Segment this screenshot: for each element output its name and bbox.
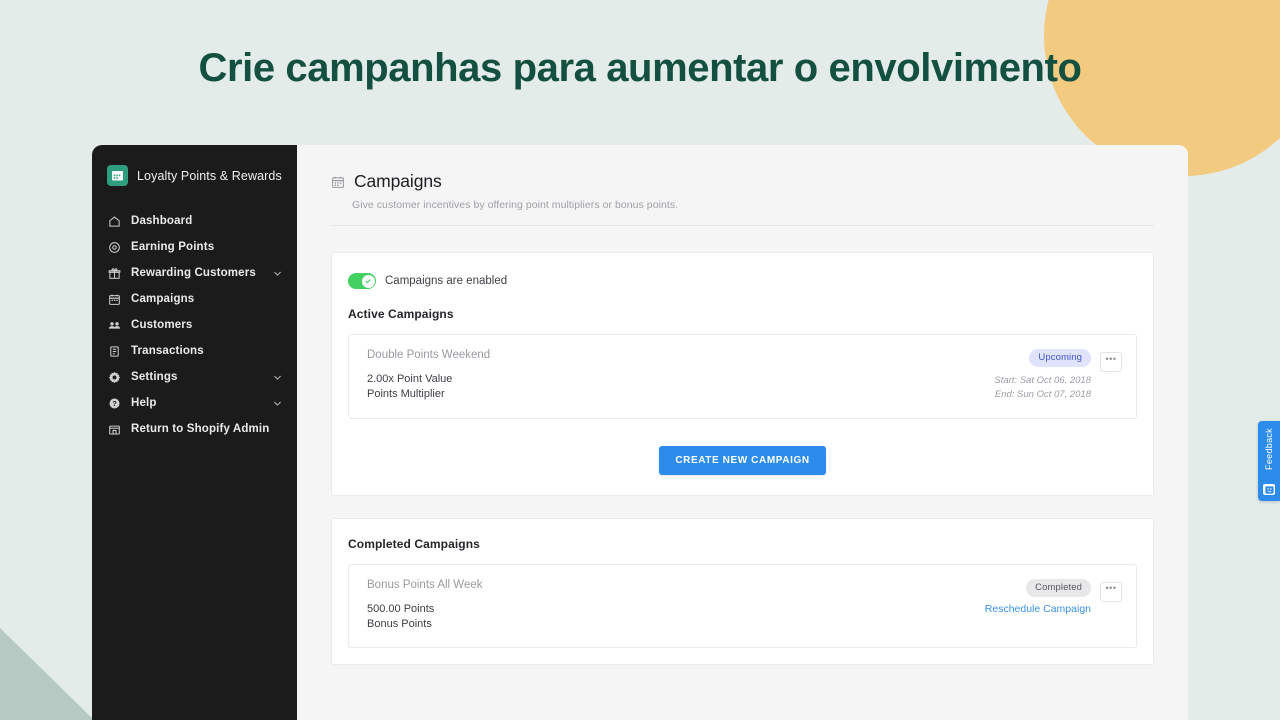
- kebab-menu-icon[interactable]: •••: [1100, 352, 1122, 372]
- campaign-meta: Upcoming Start: Sat Oct 06, 2018 End: Su…: [994, 349, 1122, 402]
- campaign-dates: Start: Sat Oct 06, 2018 End: Sun Oct 07,…: [994, 374, 1091, 402]
- kebab-dots: •••: [1105, 583, 1117, 594]
- calendar-app-logo-icon: [107, 165, 128, 186]
- chevron-down-icon[interactable]: [272, 398, 283, 409]
- svg-text:?: ?: [112, 401, 116, 408]
- campaign-status-block: Completed Reschedule Campaign: [985, 578, 1091, 615]
- campaign-card-active[interactable]: Double Points Weekend 2.00x Point Value …: [348, 334, 1137, 419]
- sidebar-item-label: Dashboard: [131, 215, 193, 227]
- campaign-details: Double Points Weekend 2.00x Point Value …: [367, 349, 994, 402]
- sidebar-item-return-to-shopify-admin[interactable]: Return to Shopify Admin: [92, 416, 297, 442]
- campaigns-enabled-toggle[interactable]: [348, 273, 376, 289]
- sidebar-item-label: Return to Shopify Admin: [131, 423, 270, 435]
- sidebar-item-rewarding-customers[interactable]: Rewarding Customers: [92, 260, 297, 286]
- sidebar-item-transactions[interactable]: Transactions: [92, 338, 297, 364]
- campaign-name: Double Points Weekend: [367, 349, 491, 361]
- gear-icon: [107, 370, 121, 384]
- chevron-down-icon[interactable]: [272, 372, 283, 383]
- calendar-icon: [331, 175, 345, 189]
- chevron-down-icon[interactable]: [272, 268, 283, 279]
- status-badge: Upcoming: [1029, 349, 1091, 367]
- check-icon: [365, 279, 371, 284]
- campaign-meta: Completed Reschedule Campaign •••: [985, 578, 1122, 615]
- brand-name: Loyalty Points & Rewards: [137, 168, 282, 183]
- home-icon: [107, 214, 121, 228]
- sidebar-item-label: Rewarding Customers: [131, 267, 256, 279]
- campaign-value: 500.00 Points: [367, 602, 435, 615]
- campaign-type: Points Multiplier: [367, 387, 445, 400]
- active-campaigns-panel: Campaigns are enabled Active Campaigns D…: [331, 252, 1154, 496]
- sidebar-item-customers[interactable]: Customers: [92, 312, 297, 338]
- sidebar-item-label: Earning Points: [131, 241, 215, 253]
- page-subtitle: Give customer incentives by offering poi…: [352, 199, 679, 211]
- sidebar-item-label: Campaigns: [131, 293, 195, 305]
- sidebar-item-settings[interactable]: Settings: [92, 364, 297, 390]
- campaign-end-date: End: Sun Oct 07, 2018: [994, 388, 1091, 400]
- app-window: Loyalty Points & Rewards Dashboard Earni…: [92, 145, 1188, 720]
- target-icon: [107, 240, 121, 254]
- sidebar-item-label: Help: [131, 397, 157, 409]
- help-circle-icon: ?: [107, 396, 121, 410]
- main-content: Campaigns Give customer incentives by of…: [297, 145, 1188, 720]
- sidebar-item-label: Settings: [131, 371, 178, 383]
- header-divider: [331, 225, 1154, 226]
- active-campaigns-title: Active Campaigns: [348, 307, 454, 321]
- feedback-face-icon: [1263, 484, 1275, 495]
- campaign-name: Bonus Points All Week: [367, 578, 483, 591]
- campaign-details: Bonus Points All Week 500.00 Points Bonu…: [367, 579, 985, 632]
- brand: Loyalty Points & Rewards: [92, 157, 297, 194]
- page-title: Crie campanhas para aumentar o envolvime…: [198, 46, 1082, 90]
- sidebar-item-help[interactable]: ? Help: [92, 390, 297, 416]
- people-icon: [107, 318, 121, 332]
- create-new-campaign-button[interactable]: CREATE NEW CAMPAIGN: [659, 445, 826, 475]
- completed-campaigns-panel: Completed Campaigns Bonus Points All Wee…: [331, 517, 1154, 666]
- status-badge: Completed: [1026, 578, 1091, 597]
- campaign-status-block: Upcoming Start: Sat Oct 06, 2018 End: Su…: [994, 349, 1091, 402]
- completed-campaigns-title: Completed Campaigns: [348, 536, 480, 551]
- page-heading: Campaigns: [354, 171, 442, 191]
- store-icon: [107, 422, 121, 436]
- calendar-icon: [107, 292, 121, 306]
- campaign-start-date: Start: Sat Oct 06, 2018: [994, 375, 1091, 386]
- reschedule-campaign-link[interactable]: Reschedule Campaign: [985, 603, 1091, 615]
- page-header: Campaigns Give customer incentives by of…: [331, 171, 1154, 226]
- sidebar: Loyalty Points & Rewards Dashboard Earni…: [92, 145, 297, 720]
- sidebar-item-campaigns[interactable]: Campaigns: [92, 286, 297, 312]
- campaigns-enabled-row: Campaigns are enabled: [348, 273, 1137, 289]
- sidebar-item-label: Customers: [131, 319, 193, 331]
- feedback-tab[interactable]: Feedback: [1258, 421, 1280, 501]
- campaign-card-completed[interactable]: Bonus Points All Week 500.00 Points Bonu…: [348, 563, 1137, 649]
- feedback-label: Feedback: [1264, 428, 1274, 470]
- sidebar-nav: Dashboard Earning Points Rewarding Custo…: [92, 208, 297, 442]
- sidebar-item-earning-points[interactable]: Earning Points: [92, 234, 297, 260]
- kebab-dots: •••: [1105, 353, 1117, 364]
- list-icon: [107, 344, 121, 358]
- toggle-knob: [361, 274, 375, 288]
- kebab-menu-icon[interactable]: •••: [1100, 581, 1122, 602]
- create-campaign-row: CREATE NEW CAMPAIGN: [348, 445, 1137, 475]
- sidebar-item-label: Transactions: [131, 345, 204, 357]
- decorative-triangle-bottom-left: [0, 628, 94, 720]
- campaign-type: Bonus Points: [367, 617, 432, 630]
- campaigns-enabled-label: Campaigns are enabled: [385, 275, 508, 287]
- sidebar-item-dashboard[interactable]: Dashboard: [92, 208, 297, 234]
- page-title-row: Campaigns: [331, 171, 1154, 192]
- screenshot-stage: Crie campanhas para aumentar o envolvime…: [0, 0, 1280, 720]
- gift-icon: [107, 266, 121, 280]
- campaign-value: 2.00x Point Value: [367, 373, 453, 385]
